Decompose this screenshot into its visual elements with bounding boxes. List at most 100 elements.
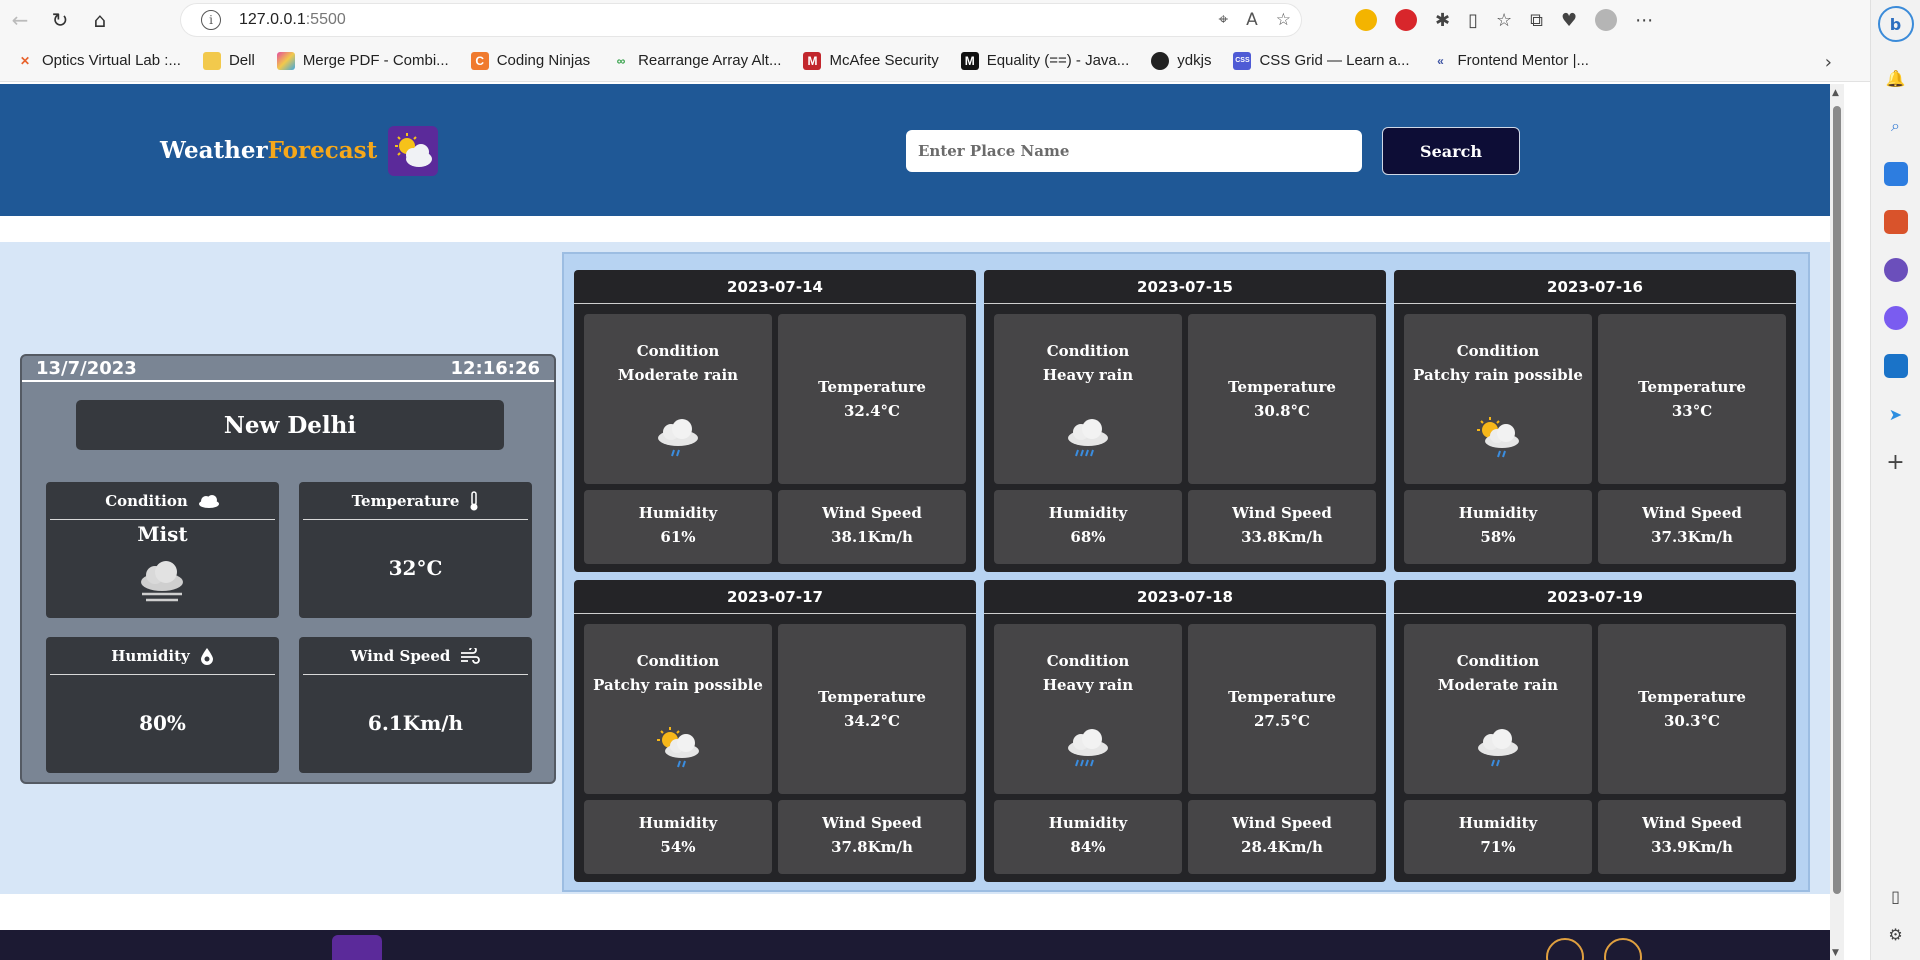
settings-gear-icon[interactable]: ⚙: [1884, 922, 1908, 946]
humidity-value: 68%: [1070, 528, 1106, 546]
forecast-date: 2023-07-18: [984, 580, 1386, 614]
bookmark-item[interactable]: ydkjs: [1151, 51, 1211, 70]
browser-essentials-icon[interactable]: ♥: [1561, 10, 1577, 31]
sidebar-layout-icon[interactable]: ▯: [1884, 884, 1908, 908]
wind-value: 6.1Km/h: [367, 711, 464, 735]
web-page: WeatherForecast Search 13/7/2023 12:16:2…: [0, 84, 1830, 960]
temperature-value: 30.3°C: [1664, 712, 1720, 730]
humidity-label: Humidity: [1458, 504, 1538, 522]
temperature-label: Temperature: [1638, 378, 1746, 396]
bookmark-favicon-icon: CSS: [1233, 51, 1252, 70]
outlook-icon[interactable]: [1883, 354, 1908, 378]
collections-icon[interactable]: ⧉: [1530, 10, 1543, 31]
games-icon[interactable]: [1883, 258, 1908, 282]
forecast-condition-cell: Condition Patchy rain possible: [584, 624, 772, 794]
favorite-star-icon[interactable]: ☆: [1276, 10, 1291, 30]
url-text[interactable]: 127.0.0.1:5500: [239, 11, 346, 29]
forecast-condition-cell: Condition Heavy rain: [994, 624, 1182, 794]
bookmark-item[interactable]: ∞ Rearrange Array Alt...: [612, 52, 782, 70]
forecast-humidity-cell: Humidity 61%: [584, 490, 772, 564]
wind-icon: [461, 647, 481, 664]
forecast-grid: 2023-07-14 Condition Moderate rain Temperat…: [562, 252, 1810, 892]
browser-toolbar: ← ↻ ⌂ i 127.0.0.1:5500 ⌖ A ☆ ✱ ▯ ☆ ⧉ ♥ ⋯: [0, 0, 1920, 40]
page-scrollbar[interactable]: ▲ ▼: [1830, 84, 1844, 960]
social-link-icon[interactable]: [1604, 938, 1642, 960]
forecast-date: 2023-07-19: [1394, 580, 1796, 614]
humidity-value: 58%: [1480, 528, 1516, 546]
search-button[interactable]: Search: [1382, 127, 1520, 175]
site-info-icon[interactable]: i: [201, 10, 221, 30]
extensions-puzzle-icon[interactable]: ✱: [1435, 10, 1450, 31]
temperature-value: 32°C: [388, 556, 443, 580]
site-header: WeatherForecast Search: [0, 84, 1830, 216]
condition-label: Condition: [1046, 652, 1130, 670]
split-screen-icon[interactable]: ▯: [1468, 10, 1478, 31]
forecast-day-card: 2023-07-19 Condition Moderate rain Temperat…: [1394, 580, 1796, 882]
forecast-wind-cell: Wind Speed 33.9Km/h: [1598, 800, 1786, 874]
forecast-day-card: 2023-07-16 Condition Patchy rain possible T…: [1394, 270, 1796, 572]
bookmark-favicon-icon: ✕: [19, 53, 31, 68]
humidity-label: Humidity: [1048, 814, 1128, 832]
forecast-condition-cell: Condition Patchy rain possible: [1404, 314, 1592, 484]
toolbox-icon[interactable]: [1883, 210, 1908, 234]
bookmark-item[interactable]: CSS CSS Grid — Learn a...: [1233, 51, 1410, 70]
place-search-input[interactable]: [906, 130, 1362, 172]
forecast-temperature-cell: Temperature 30.8°C: [1188, 314, 1376, 484]
forecast-humidity-cell: Humidity 84%: [994, 800, 1182, 874]
github-icon: [1151, 51, 1170, 70]
bing-copilot-icon[interactable]: b: [1877, 6, 1914, 42]
heavy-rain-cloud-icon: [1068, 729, 1108, 767]
more-menu-icon[interactable]: ⋯: [1635, 10, 1653, 31]
location-icon[interactable]: ⌖: [1219, 10, 1229, 30]
bookmark-item[interactable]: ✕ Optics Virtual Lab :...: [16, 52, 181, 70]
reload-icon[interactable]: ↻: [40, 0, 80, 40]
temperature-value: 30.8°C: [1254, 402, 1310, 420]
extension-icon[interactable]: [1355, 9, 1377, 31]
humidity-label: Humidity: [1048, 504, 1128, 522]
home-icon[interactable]: ⌂: [80, 0, 120, 40]
bookmark-item[interactable]: C Coding Ninjas: [470, 51, 590, 70]
bell-icon[interactable]: 🔔: [1884, 66, 1908, 90]
mist-icon: [141, 561, 183, 602]
humidity-label: Humidity: [111, 646, 190, 665]
bookmark-favicon-icon: M: [960, 51, 979, 70]
footer-logo-icon: [332, 935, 382, 960]
back-icon[interactable]: ←: [0, 0, 40, 40]
search-icon[interactable]: ⌕: [1884, 114, 1908, 138]
forecast-temperature-cell: Temperature 27.5°C: [1188, 624, 1376, 794]
bookmark-item[interactable]: M McAfee Security: [803, 51, 939, 70]
sun-cloud-logo-icon: [388, 126, 438, 176]
bookmark-item[interactable]: Merge PDF - Combi...: [276, 51, 449, 70]
microsoft365-icon[interactable]: [1883, 306, 1908, 330]
bookmark-item[interactable]: Dell: [202, 51, 255, 70]
wind-value: 37.3Km/h: [1651, 528, 1733, 546]
brand-logo-text: WeatherForecast: [160, 137, 378, 164]
wind-label: Wind Speed: [822, 504, 922, 522]
forecast-wind-cell: Wind Speed 33.8Km/h: [1188, 490, 1376, 564]
bookmark-item[interactable]: «Frontend Mentor |...: [1432, 52, 1589, 70]
temperature-value: 27.5°C: [1254, 712, 1310, 730]
humidity-value: 80%: [139, 711, 186, 735]
read-aloud-icon[interactable]: A: [1246, 10, 1258, 30]
chevron-right-icon[interactable]: ›: [1825, 52, 1832, 73]
scroll-up-icon[interactable]: ▲: [1832, 88, 1839, 98]
send-icon[interactable]: ➤: [1884, 402, 1908, 426]
condition-value: Heavy rain: [1042, 676, 1134, 694]
wind-value: 33.8Km/h: [1241, 528, 1323, 546]
add-icon[interactable]: +: [1884, 450, 1908, 475]
scroll-down-icon[interactable]: ▼: [1832, 948, 1839, 958]
social-link-icon[interactable]: [1546, 938, 1584, 960]
adblock-icon[interactable]: [1395, 9, 1417, 31]
condition-value: Moderate rain: [1437, 676, 1559, 694]
tag-icon[interactable]: [1883, 162, 1908, 186]
scrollbar-thumb[interactable]: [1833, 106, 1841, 894]
profile-avatar-icon[interactable]: [1595, 9, 1618, 31]
favorites-icon[interactable]: ☆: [1496, 10, 1512, 31]
bookmark-item[interactable]: M Equality (==) - Java...: [960, 51, 1129, 70]
condition-label: Condition: [1456, 342, 1540, 360]
forecast-day-card: 2023-07-18 Condition Heavy rain Temperature…: [984, 580, 1386, 882]
address-bar[interactable]: i 127.0.0.1:5500 ⌖ A ☆: [181, 4, 1301, 36]
forecast-temperature-cell: Temperature 32.4°C: [778, 314, 966, 484]
forecast-wind-cell: Wind Speed 38.1Km/h: [778, 490, 966, 564]
wind-label: Wind Speed: [1232, 814, 1332, 832]
